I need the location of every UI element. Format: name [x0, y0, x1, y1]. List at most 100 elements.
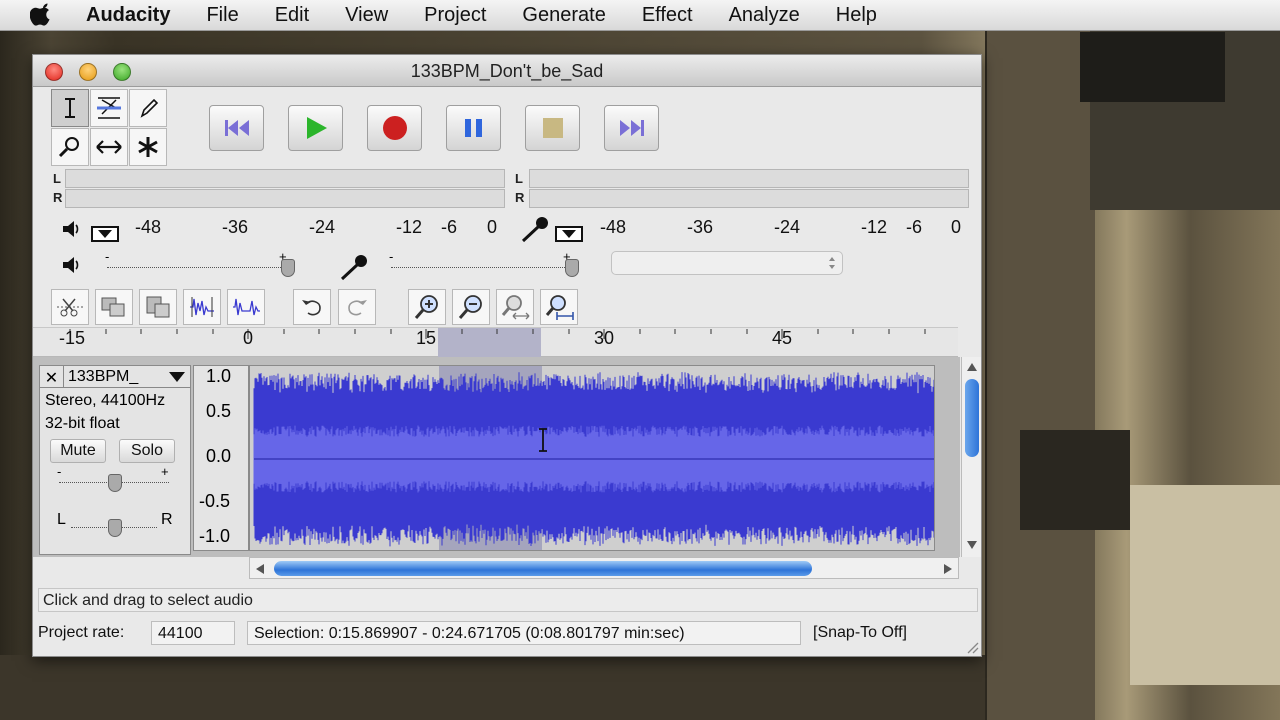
- amplitude-ruler[interactable]: 1.0 0.5 0.0 -0.5 -1.0: [193, 365, 249, 551]
- amp-label-05: 0.5: [206, 401, 232, 421]
- draw-tool-icon: [140, 98, 159, 118]
- pan-slider[interactable]: L R: [57, 511, 177, 537]
- menu-generate[interactable]: Generate: [522, 4, 605, 27]
- menu-effect[interactable]: Effect: [642, 4, 693, 27]
- track-close-button[interactable]: ✕: [40, 366, 64, 388]
- chevron-down-icon: [169, 372, 185, 382]
- snap-to-toggle[interactable]: [Snap-To Off]: [807, 621, 953, 645]
- playback-meter-right-label: R: [53, 190, 63, 205]
- fit-selection-icon: [501, 295, 530, 320]
- menu-view[interactable]: View: [345, 4, 388, 27]
- skip-to-start-button[interactable]: [209, 105, 264, 151]
- copy-button[interactable]: [95, 289, 133, 325]
- skip-to-end-icon: [619, 120, 644, 136]
- record-meter-dropdown[interactable]: [555, 226, 583, 242]
- redo-button[interactable]: [338, 289, 376, 325]
- record-scale-36: -36: [687, 217, 714, 237]
- ruler-tick-0: 0: [243, 328, 254, 348]
- playback-meter-left[interactable]: [65, 169, 505, 188]
- menu-help[interactable]: Help: [836, 4, 877, 27]
- vertical-scrollbar[interactable]: [961, 357, 981, 557]
- gain-thumb[interactable]: [108, 474, 122, 492]
- track-sample-format: 32-bit float: [45, 415, 120, 432]
- zoom-out-button[interactable]: [452, 289, 490, 325]
- resize-grip-icon[interactable]: [965, 640, 979, 654]
- selection-tool-icon: [65, 98, 75, 118]
- menu-edit[interactable]: Edit: [275, 4, 309, 27]
- scroll-down-icon[interactable]: [967, 541, 977, 549]
- output-volume-thumb[interactable]: [281, 259, 295, 277]
- desktop-building: [985, 30, 1095, 720]
- output-volume-slider[interactable]: - +: [103, 249, 295, 279]
- ruler-tick-neg15: -15: [59, 328, 86, 348]
- title-bar[interactable]: 133BPM_Don't_be_Sad: [33, 55, 981, 87]
- waveform-display[interactable]: [249, 365, 935, 551]
- input-source-select[interactable]: [611, 251, 843, 275]
- menu-app-name[interactable]: Audacity: [86, 4, 170, 27]
- record-scale-0: 0: [951, 217, 962, 237]
- pan-thumb[interactable]: [108, 519, 122, 537]
- timeline-ruler[interactable]: -15 0 15 30 45: [33, 327, 958, 357]
- scroll-up-icon[interactable]: [967, 363, 977, 371]
- zoom-tool-icon: [58, 137, 79, 158]
- play-button[interactable]: [288, 105, 343, 151]
- timeshift-tool-icon: [96, 140, 122, 154]
- skip-to-end-button[interactable]: [604, 105, 659, 151]
- record-meter-left[interactable]: [529, 169, 969, 188]
- stop-button[interactable]: [525, 105, 580, 151]
- multi-tool[interactable]: [129, 128, 167, 166]
- menu-file[interactable]: File: [206, 4, 238, 27]
- record-scale-12: -12: [861, 217, 888, 237]
- gain-minus: -: [57, 464, 62, 479]
- track-name: 133BPM_: [68, 368, 139, 385]
- mute-button[interactable]: Mute: [50, 439, 106, 463]
- menu-analyze[interactable]: Analyze: [729, 4, 800, 27]
- record-button[interactable]: [367, 105, 422, 151]
- vertical-scroll-thumb[interactable]: [965, 379, 979, 457]
- project-rate-field[interactable]: 44100: [151, 621, 235, 645]
- silence-button[interactable]: [227, 289, 265, 325]
- track-area: ✕ 133BPM_ Stereo, 44100Hz 32-bit float M…: [33, 357, 981, 557]
- horizontal-scrollbar[interactable]: [249, 557, 959, 579]
- playback-scale-36: -36: [222, 217, 249, 237]
- record-meter-right[interactable]: [529, 189, 969, 208]
- zoom-tool[interactable]: [51, 128, 89, 166]
- scroll-right-icon[interactable]: [944, 564, 952, 574]
- input-volume-thumb[interactable]: [565, 259, 579, 277]
- output-volume-minus: -: [105, 249, 110, 264]
- draw-tool[interactable]: [129, 89, 167, 127]
- input-volume-slider[interactable]: - +: [387, 249, 579, 279]
- input-volume-icon: [340, 255, 367, 281]
- solo-button[interactable]: Solo: [119, 439, 175, 463]
- undo-button[interactable]: [293, 289, 331, 325]
- output-volume-icon: [63, 257, 79, 273]
- playback-scale-6: -6: [441, 217, 458, 237]
- playback-meter-right[interactable]: [65, 189, 505, 208]
- playback-scale-0: 0: [487, 217, 498, 237]
- apple-menu-icon[interactable]: [30, 3, 60, 26]
- envelope-tool[interactable]: [90, 89, 128, 127]
- menu-project[interactable]: Project: [424, 4, 486, 27]
- timeshift-tool[interactable]: [90, 128, 128, 166]
- window-title: 133BPM_Don't_be_Sad: [410, 61, 604, 81]
- status-hint: Click and drag to select audio: [38, 588, 978, 612]
- amp-label-1: 1.0: [206, 366, 232, 386]
- scroll-left-icon[interactable]: [256, 564, 264, 574]
- ruler-tick-15: 15: [416, 328, 437, 348]
- pan-right-label: R: [161, 511, 173, 528]
- fit-selection-button[interactable]: [496, 289, 534, 325]
- fit-project-button[interactable]: [540, 289, 578, 325]
- desktop-billboard: [1130, 485, 1280, 685]
- chevron-down-icon: [562, 230, 576, 238]
- paste-button[interactable]: [139, 289, 177, 325]
- playback-scale-48: -48: [135, 217, 162, 237]
- playback-meter-dropdown[interactable]: [91, 226, 119, 242]
- selection-tool[interactable]: [51, 89, 89, 127]
- gain-slider[interactable]: - +: [57, 464, 173, 494]
- trim-button[interactable]: [183, 289, 221, 325]
- zoom-in-button[interactable]: [408, 289, 446, 325]
- horizontal-scroll-thumb[interactable]: [274, 561, 812, 576]
- track-name-menu[interactable]: 133BPM_: [64, 366, 191, 388]
- cut-button[interactable]: [51, 289, 89, 325]
- pause-button[interactable]: [446, 105, 501, 151]
